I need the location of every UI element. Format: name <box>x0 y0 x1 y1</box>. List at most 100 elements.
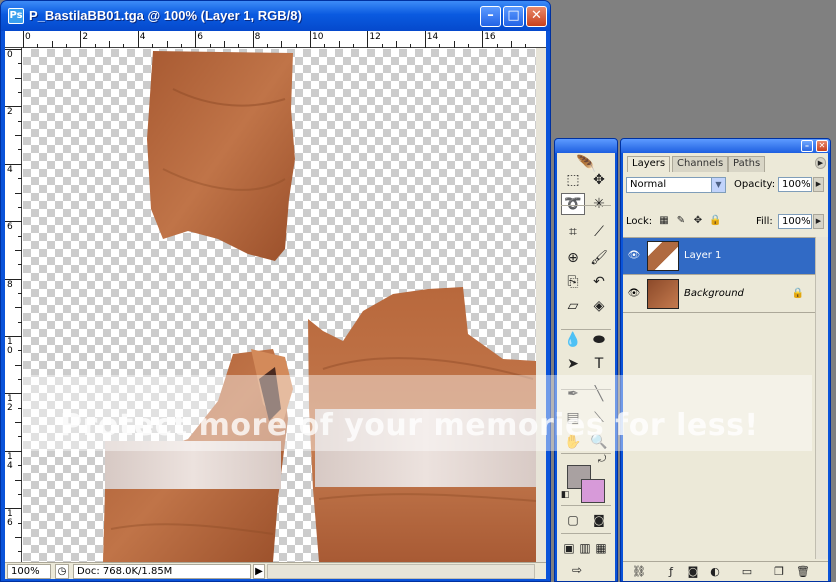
ruler-v-label: 1 6 <box>7 509 13 529</box>
opacity-slider-icon[interactable]: ▶ <box>813 177 824 192</box>
layer-thumbnail <box>647 241 679 271</box>
crop-icon[interactable]: ⌗ <box>561 221 585 243</box>
move-icon[interactable]: ✥ <box>587 169 611 191</box>
fill-field[interactable]: 100% <box>778 214 812 229</box>
maximize-button[interactable]: □ <box>503 6 524 27</box>
palette-close-button[interactable]: ✕ <box>816 140 828 152</box>
clone-stamp-icon[interactable]: ⎘ <box>561 271 585 293</box>
new-layer-icon[interactable]: ❐ <box>771 565 787 579</box>
screen-mode-1-icon[interactable]: ▣ <box>561 539 577 557</box>
ruler-tick <box>51 41 53 48</box>
swap-colors-icon[interactable]: ⤾ <box>595 453 609 465</box>
path-selection-icon[interactable]: ➤ <box>561 353 585 375</box>
vertical-ruler[interactable]: 0 2 4 6 8 1 0 1 2 1 4 1 6 <box>5 48 22 562</box>
add-mask-icon[interactable]: ◙ <box>685 565 701 579</box>
horizontal-ruler[interactable]: 0 2 4 6 8 10 12 14 16 <box>5 31 546 48</box>
brush-icon[interactable]: 🖌 <box>587 247 611 269</box>
ruler-tick <box>15 192 22 194</box>
lock-all-icon[interactable]: 🔒 <box>709 215 721 227</box>
ruler-tick <box>338 41 340 48</box>
layer-row-background[interactable]: 👁 Background 🔒 <box>623 276 815 313</box>
ruler-tick <box>94 44 96 48</box>
lock-move-icon[interactable]: ✥ <box>692 215 704 227</box>
canvas[interactable] <box>23 49 536 562</box>
blur-icon[interactable]: 💧 <box>561 329 585 351</box>
ruler-h-label: 10 <box>312 32 324 42</box>
ruler-v-label: 6 <box>7 222 13 233</box>
blend-mode-select[interactable]: Normal ▼ <box>626 177 726 193</box>
magic-wand-icon[interactable]: ✳ <box>587 193 611 215</box>
screen-mode-3-icon[interactable]: ▦ <box>593 539 609 557</box>
lock-transparency-icon[interactable]: ▦ <box>658 215 670 227</box>
tools-separator <box>561 205 611 206</box>
paint-bucket-icon[interactable]: ◈ <box>587 295 611 317</box>
layer-row-layer-1[interactable]: 👁 Layer 1 <box>623 238 815 275</box>
quickmask-mode-icon[interactable]: ◙ <box>587 511 611 529</box>
eye-icon[interactable]: 👁 <box>627 288 641 300</box>
ruler-tick <box>15 479 22 481</box>
ruler-tick <box>15 536 22 538</box>
lock-brush-icon[interactable]: ✎ <box>675 215 687 227</box>
dodge-icon[interactable]: ⬬ <box>587 329 611 351</box>
standard-mode-icon[interactable]: ▢ <box>561 511 585 529</box>
lasso-icon[interactable]: ➰ <box>561 193 585 215</box>
status-menu-icon[interactable]: ◷ <box>55 564 69 579</box>
eraser-icon[interactable]: ▱ <box>561 295 585 317</box>
ruler-tick <box>381 44 383 48</box>
ruler-h-label: 8 <box>254 32 261 42</box>
opacity-field[interactable]: 100% <box>778 177 812 192</box>
ruler-tick <box>424 31 426 48</box>
screen-mode-2-icon[interactable]: ▥ <box>577 539 593 557</box>
ruler-tick <box>18 264 22 266</box>
trash-icon[interactable]: 🗑 <box>795 565 811 579</box>
lock-label: Lock: <box>626 216 653 227</box>
ruler-tick <box>439 44 441 48</box>
jump-to-imageready-icon[interactable]: ⇨ <box>565 561 589 579</box>
new-group-icon[interactable]: ▭ <box>739 565 755 579</box>
type-icon[interactable]: T <box>587 353 611 375</box>
new-adjustment-layer-icon[interactable]: ◐ <box>707 565 723 579</box>
ruler-tick <box>18 235 22 237</box>
document-titlebar[interactable]: Ps P_BastilaBB01.tga @ 100% (Layer 1, RG… <box>1 1 550 31</box>
vertical-scrollbar[interactable] <box>536 48 546 562</box>
horizontal-scrollbar[interactable] <box>267 564 535 579</box>
layers-palette: – ✕ Layers Channels Paths ▶ Normal ▼ Opa… <box>620 138 831 582</box>
slice-icon[interactable]: ⟋ <box>587 221 611 243</box>
palette-menu-icon[interactable]: ▶ <box>815 157 826 169</box>
ruler-tick <box>195 31 197 48</box>
layer-thumbnail <box>647 279 679 309</box>
tab-layers[interactable]: Layers <box>627 156 671 172</box>
ruler-tick <box>295 44 297 48</box>
tab-paths[interactable]: Paths <box>728 156 766 172</box>
ruler-tick <box>252 31 254 48</box>
tools-titlebar[interactable] <box>555 139 617 153</box>
close-button[interactable]: ✕ <box>526 6 547 27</box>
status-arrow-icon[interactable]: ▶ <box>253 564 265 579</box>
background-color-swatch[interactable] <box>581 479 605 503</box>
layers-titlebar[interactable]: – ✕ <box>621 139 830 153</box>
ruler-tick <box>281 41 283 48</box>
palette-minimize-button[interactable]: – <box>801 140 813 152</box>
fill-slider-icon[interactable]: ▶ <box>813 214 824 229</box>
ruler-tick <box>18 321 22 323</box>
tab-channels[interactable]: Channels <box>672 156 729 172</box>
history-brush-icon[interactable]: ↶ <box>587 271 611 293</box>
healing-brush-icon[interactable]: ⊕ <box>561 247 585 269</box>
marquee-icon[interactable]: ⬚ <box>561 169 585 191</box>
ruler-h-label: 0 <box>25 32 31 42</box>
minimize-button[interactable]: – <box>480 6 501 27</box>
document-info: Doc: 768.0K/1.85M <box>73 564 251 579</box>
default-colors-icon[interactable]: ◧ <box>559 488 571 500</box>
ruler-tick <box>23 31 24 48</box>
link-layers-icon[interactable]: ⛓ <box>631 565 647 579</box>
texture-artwork <box>103 51 536 562</box>
ruler-tick <box>15 135 22 137</box>
ruler-tick <box>353 44 355 48</box>
eye-icon[interactable]: 👁 <box>627 250 641 262</box>
layer-style-icon[interactable]: ƒ <box>663 565 679 579</box>
ruler-v-label: 4 <box>7 164 13 175</box>
layers-scrollbar[interactable] <box>815 237 828 559</box>
zoom-field[interactable]: 100% <box>7 564 51 579</box>
ruler-tick <box>18 493 22 495</box>
ruler-tick <box>310 31 311 48</box>
